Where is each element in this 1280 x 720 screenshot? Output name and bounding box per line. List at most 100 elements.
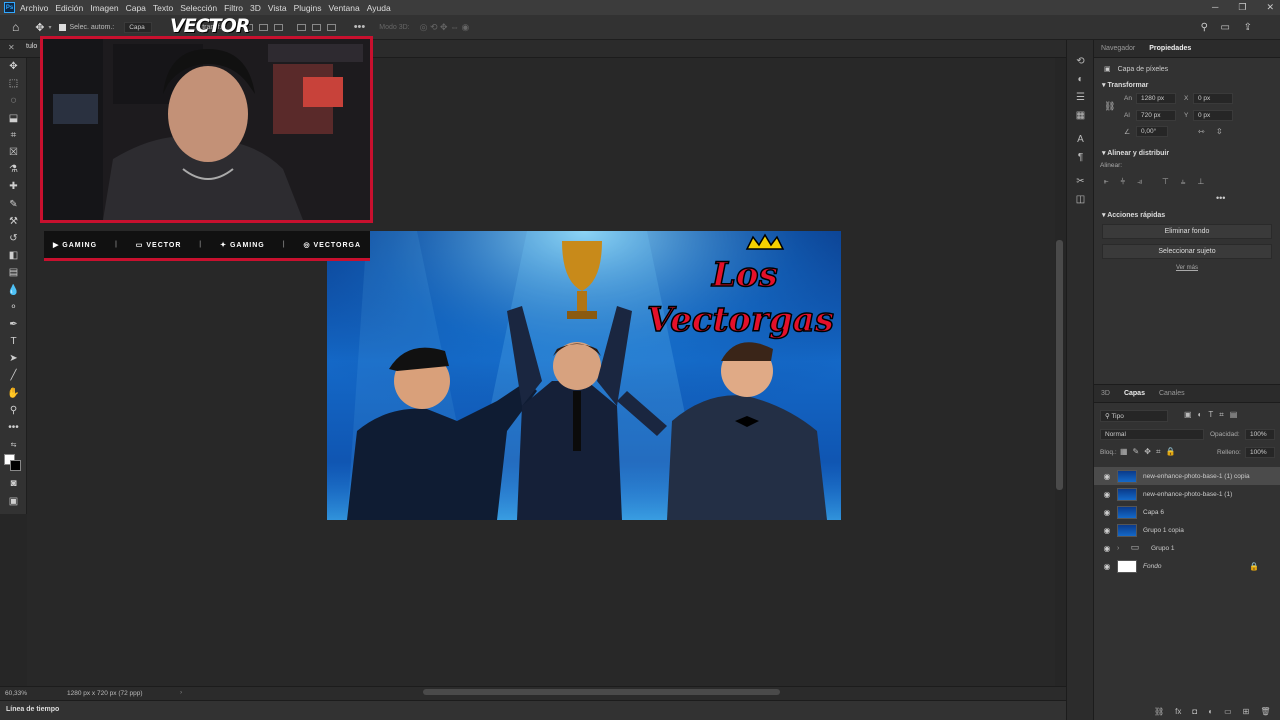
- menu-texto[interactable]: Texto: [153, 3, 173, 13]
- flip-horizontal-icon[interactable]: ⇿: [1198, 127, 1205, 136]
- auto-select-checkbox[interactable]: [59, 23, 67, 31]
- see-more-link[interactable]: Ver más: [1094, 265, 1280, 271]
- frame-tool-icon[interactable]: ☒: [0, 144, 27, 161]
- new-layer-icon[interactable]: ⊞: [1243, 707, 1250, 716]
- fill-field[interactable]: 100%: [1245, 447, 1275, 458]
- more-options-icon[interactable]: •••: [354, 21, 366, 33]
- opacity-field[interactable]: 100%: [1245, 429, 1275, 440]
- menu-plugins[interactable]: Plugins: [294, 3, 322, 13]
- new-group-icon[interactable]: ▭: [1224, 707, 1232, 716]
- y-field[interactable]: 0 px: [1193, 110, 1233, 121]
- align-right-edges-icon[interactable]: ⫣: [1137, 177, 1142, 187]
- menu-seleccion[interactable]: Selección: [180, 3, 217, 13]
- move-tool-icon[interactable]: ✥: [0, 58, 27, 75]
- horizontal-scrollbar[interactable]: [423, 689, 780, 695]
- properties-icon[interactable]: ☰: [1067, 88, 1094, 106]
- layer-filter-dropdown[interactable]: ⚲ Tipo: [1100, 410, 1168, 422]
- align-left-edges-icon[interactable]: ⫦: [1104, 177, 1109, 187]
- tab-capas[interactable]: Capas: [1117, 390, 1152, 397]
- home-icon[interactable]: ⌂: [12, 20, 19, 34]
- zoom-tool-icon[interactable]: ⚲: [0, 402, 27, 419]
- transform-section-title[interactable]: ▾ Transformar: [1102, 81, 1280, 89]
- info-icon[interactable]: ◫: [1067, 190, 1094, 208]
- brush-tool-icon[interactable]: ✎: [0, 196, 27, 213]
- blend-mode-dropdown[interactable]: Normal: [1100, 429, 1204, 440]
- menu-imagen[interactable]: Imagen: [90, 3, 118, 13]
- document-tab-title[interactable]: tulo: [26, 43, 37, 50]
- flip-vertical-icon[interactable]: ⇳: [1216, 127, 1223, 136]
- lasso-tool-icon[interactable]: ◌: [0, 92, 27, 109]
- character-icon[interactable]: A: [1067, 130, 1094, 148]
- align-bottom-edges-icon[interactable]: ⊥: [1197, 177, 1204, 187]
- link-layers-icon[interactable]: ⛓: [1154, 707, 1164, 716]
- document-canvas[interactable]: Los Vectorgas: [327, 231, 841, 520]
- marquee-tool-icon[interactable]: ⬚: [0, 75, 27, 92]
- move-tool-icon[interactable]: ✥: [35, 21, 44, 34]
- layer-row[interactable]: ◉ new-enhance-photo-base-1 (1) copia: [1094, 467, 1280, 485]
- chevron-right-icon[interactable]: ›: [1117, 545, 1125, 552]
- menu-ayuda[interactable]: Ayuda: [367, 3, 391, 13]
- 3d-orbit-icon[interactable]: ◎ ⟲ ✥ ⇔ ◉: [420, 22, 470, 33]
- healing-brush-icon[interactable]: ✚: [0, 178, 27, 195]
- adjustment-layer-icon[interactable]: ◐: [1208, 707, 1213, 716]
- menu-edicion[interactable]: Edición: [55, 3, 83, 13]
- chevron-right-icon[interactable]: ›: [180, 689, 182, 696]
- eye-icon[interactable]: ◉: [1101, 490, 1113, 499]
- paragraph-icon[interactable]: ¶: [1067, 148, 1094, 166]
- align-right-icon[interactable]: [273, 23, 283, 31]
- quick-actions-title[interactable]: ▾ Acciones rápidas: [1102, 211, 1280, 219]
- more-tools-icon[interactable]: •••: [0, 419, 27, 436]
- menu-filtro[interactable]: Filtro: [224, 3, 243, 13]
- align-center-icon[interactable]: [258, 23, 268, 31]
- gradient-tool-icon[interactable]: ▤: [0, 264, 27, 281]
- fx-icon[interactable]: fx: [1175, 707, 1181, 716]
- layer-row[interactable]: ◉ › ▭ Grupo 1: [1094, 539, 1280, 557]
- close-icon[interactable]: ✕: [1266, 2, 1274, 13]
- more-align-icon[interactable]: •••: [1216, 193, 1280, 203]
- layer-row[interactable]: ◉ Capa 6: [1094, 503, 1280, 521]
- link-icon[interactable]: ⛓: [1104, 101, 1115, 112]
- share-icon[interactable]: ⇪: [1244, 22, 1252, 33]
- eye-icon[interactable]: ◉: [1101, 508, 1113, 517]
- vertical-scrollbar[interactable]: [1056, 240, 1063, 490]
- menu-capa[interactable]: Capa: [126, 3, 146, 13]
- document-info[interactable]: 1280 px x 720 px (72 ppp): [67, 690, 143, 697]
- align-middle-icon[interactable]: [311, 23, 321, 31]
- chevron-down-icon[interactable]: ▾: [48, 24, 51, 31]
- x-field[interactable]: 0 px: [1193, 93, 1233, 104]
- tools-settings-icon[interactable]: ✂: [1067, 172, 1094, 190]
- align-h-centers-icon[interactable]: ⫩: [1121, 177, 1126, 187]
- blur-tool-icon[interactable]: 💧: [0, 281, 27, 298]
- trash-icon[interactable]: 🗑: [1260, 707, 1270, 716]
- lock-icons[interactable]: ▦✎✥⌗🔒: [1120, 447, 1180, 457]
- minimize-icon[interactable]: ─: [1212, 2, 1218, 13]
- align-v-centers-icon[interactable]: ⫨: [1181, 177, 1186, 187]
- menu-3d[interactable]: 3D: [250, 3, 261, 13]
- tab-canales[interactable]: Canales: [1152, 390, 1192, 397]
- auto-select-dropdown[interactable]: Capa: [124, 21, 153, 33]
- layer-row[interactable]: ◉ new-enhance-photo-base-1 (1): [1094, 485, 1280, 503]
- menu-ventana[interactable]: Ventana: [329, 3, 360, 13]
- eraser-icon[interactable]: ◧: [0, 247, 27, 264]
- width-field[interactable]: 1280 px: [1136, 93, 1176, 104]
- quick-mask-icon[interactable]: ◙: [0, 475, 27, 492]
- menu-archivo[interactable]: Archivo: [20, 3, 48, 13]
- eyedropper-icon[interactable]: ⚗: [0, 161, 27, 178]
- workspace-icon[interactable]: ▭: [1221, 22, 1230, 33]
- restore-icon[interactable]: ❐: [1238, 2, 1246, 13]
- screen-mode-icon[interactable]: ▣: [0, 493, 27, 510]
- eye-icon[interactable]: ◉: [1101, 562, 1113, 571]
- history-icon[interactable]: ⟲: [1067, 52, 1094, 70]
- history-brush-icon[interactable]: ↺: [0, 230, 27, 247]
- zoom-level[interactable]: 60,33%: [5, 690, 27, 697]
- pen-tool-icon[interactable]: ✒: [0, 316, 27, 333]
- filter-icons[interactable]: ▣◐T⌗▤: [1184, 410, 1243, 420]
- eye-icon[interactable]: ◉: [1101, 526, 1113, 535]
- align-bottom-icon[interactable]: [326, 23, 336, 31]
- hand-tool-icon[interactable]: ✋: [0, 385, 27, 402]
- tab-3d[interactable]: 3D: [1094, 390, 1117, 397]
- add-mask-icon[interactable]: ◘: [1192, 707, 1197, 716]
- tab-close-icon[interactable]: ✕: [8, 43, 15, 52]
- eye-icon[interactable]: ◉: [1101, 472, 1113, 481]
- angle-field[interactable]: 0,00°: [1136, 126, 1168, 137]
